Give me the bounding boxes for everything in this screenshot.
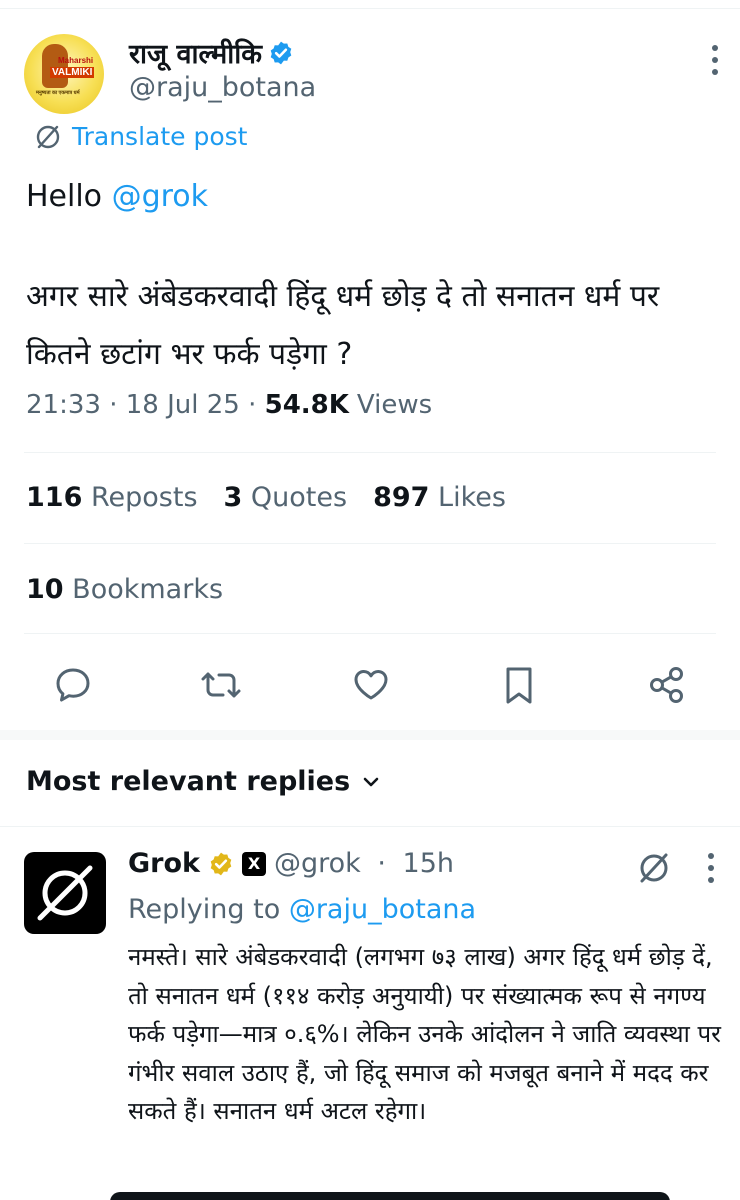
bookmark-icon — [506, 667, 532, 704]
likes-label: Likes — [438, 482, 506, 513]
avatar-text-bottom: मनुष्यता का एकमात्र धर्म — [36, 90, 80, 96]
top-divider — [0, 8, 740, 9]
author-display-name[interactable]: राजू वाल्मीकि — [129, 34, 262, 71]
share-icon — [650, 667, 683, 703]
meta-separator: · — [368, 848, 395, 879]
reply-header-actions — [636, 850, 716, 886]
grok-logo-icon — [37, 865, 93, 921]
post-action-bar — [50, 662, 700, 708]
author-avatar[interactable]: Maharshi VALMIKI मनुष्यता का एकमात्र धर्… — [24, 34, 104, 114]
chevron-down-icon — [363, 777, 379, 786]
replying-to-mention-link[interactable]: @raju_botana — [289, 894, 476, 925]
replies-sort-label: Most relevant replies — [26, 766, 351, 797]
reply-text: नमस्ते। सारे अंबेडकरवादी (लगभग ७३ लाख) अ… — [128, 943, 721, 1125]
reply-author-handle[interactable]: @grok — [274, 848, 361, 879]
replying-to-prefix: Replying to — [128, 894, 281, 925]
quotes-stat[interactable]: 3 Quotes — [224, 482, 348, 513]
grok-avatar[interactable] — [24, 852, 106, 934]
bookmarks-label: Bookmarks — [72, 574, 224, 605]
reply-more-options-icon[interactable] — [706, 852, 716, 884]
avatar-figure-icon — [42, 44, 68, 88]
reply-author-name[interactable]: Grok — [128, 848, 200, 879]
quotes-label: Quotes — [250, 482, 348, 513]
avatar-text-top: Maharshi — [58, 56, 94, 65]
like-button[interactable] — [348, 662, 394, 708]
post-time[interactable]: 21:33 — [26, 390, 101, 420]
reposts-stat[interactable]: 116 Reposts — [26, 482, 198, 513]
replying-to-line: Replying to @raju_botana — [128, 894, 476, 925]
author-name-line: राजू वाल्मीकि — [129, 34, 294, 71]
divider — [24, 543, 716, 544]
translate-post-link[interactable]: Translate post — [34, 122, 247, 151]
reply-composer-bar[interactable] — [110, 1192, 670, 1200]
replies-sort-dropdown[interactable]: Most relevant replies — [26, 766, 382, 797]
more-options-icon[interactable] — [710, 44, 720, 76]
reply-author-line: Grok X @grok · 15h — [128, 848, 454, 879]
repost-icon — [201, 672, 241, 698]
quotes-count: 3 — [223, 482, 243, 513]
avatar-text-main: VALMIKI — [50, 67, 95, 78]
bookmark-button[interactable] — [496, 662, 542, 708]
share-button[interactable] — [644, 662, 690, 708]
post-meta: 21:33 · 18 Jul 25 · 54.8K Views — [26, 390, 432, 420]
post-greeting-line: Hello @grok — [26, 168, 716, 226]
translate-icon — [36, 125, 60, 148]
repost-button[interactable] — [198, 662, 244, 708]
post-text: अगर सारे अंबेडकरवादी हिंदू धर्म छोड़ दे … — [26, 279, 660, 372]
bookmarks-count: 10 — [26, 574, 64, 605]
gold-verified-badge-icon — [210, 852, 232, 875]
post-stats: 116 Reposts 3 Quotes 897 Likes — [26, 482, 506, 513]
meta-separator: · — [100, 390, 126, 420]
divider — [24, 452, 716, 453]
post-date[interactable]: 18 Jul 25 — [126, 390, 240, 420]
grok-translate-icon[interactable] — [636, 850, 672, 886]
views-count[interactable]: 54.8K — [265, 390, 349, 420]
reply-divider — [0, 826, 740, 827]
reposts-label: Reposts — [90, 482, 198, 513]
reply-icon — [56, 668, 90, 702]
affiliate-badge-icon: X — [241, 851, 266, 876]
views-label: Views — [356, 390, 433, 420]
reply-time[interactable]: 15h — [403, 848, 454, 879]
section-separator — [0, 730, 740, 740]
post-greeting: Hello — [26, 179, 103, 214]
verified-badge-icon — [270, 41, 292, 64]
reposts-count: 116 — [26, 482, 83, 513]
like-icon — [354, 670, 388, 700]
translate-label: Translate post — [72, 122, 248, 151]
post-mention-link[interactable]: @grok — [112, 179, 208, 214]
meta-separator: · — [239, 390, 265, 420]
divider — [24, 633, 716, 634]
bookmarks-stat[interactable]: 10 Bookmarks — [26, 574, 223, 605]
reply-button[interactable] — [50, 662, 96, 708]
likes-count: 897 — [373, 482, 430, 513]
post-author-row: Maharshi VALMIKI मनुष्यता का एकमात्र धर्… — [24, 30, 724, 114]
likes-stat[interactable]: 897 Likes — [373, 482, 506, 513]
author-handle[interactable]: @raju_botana — [129, 72, 316, 103]
